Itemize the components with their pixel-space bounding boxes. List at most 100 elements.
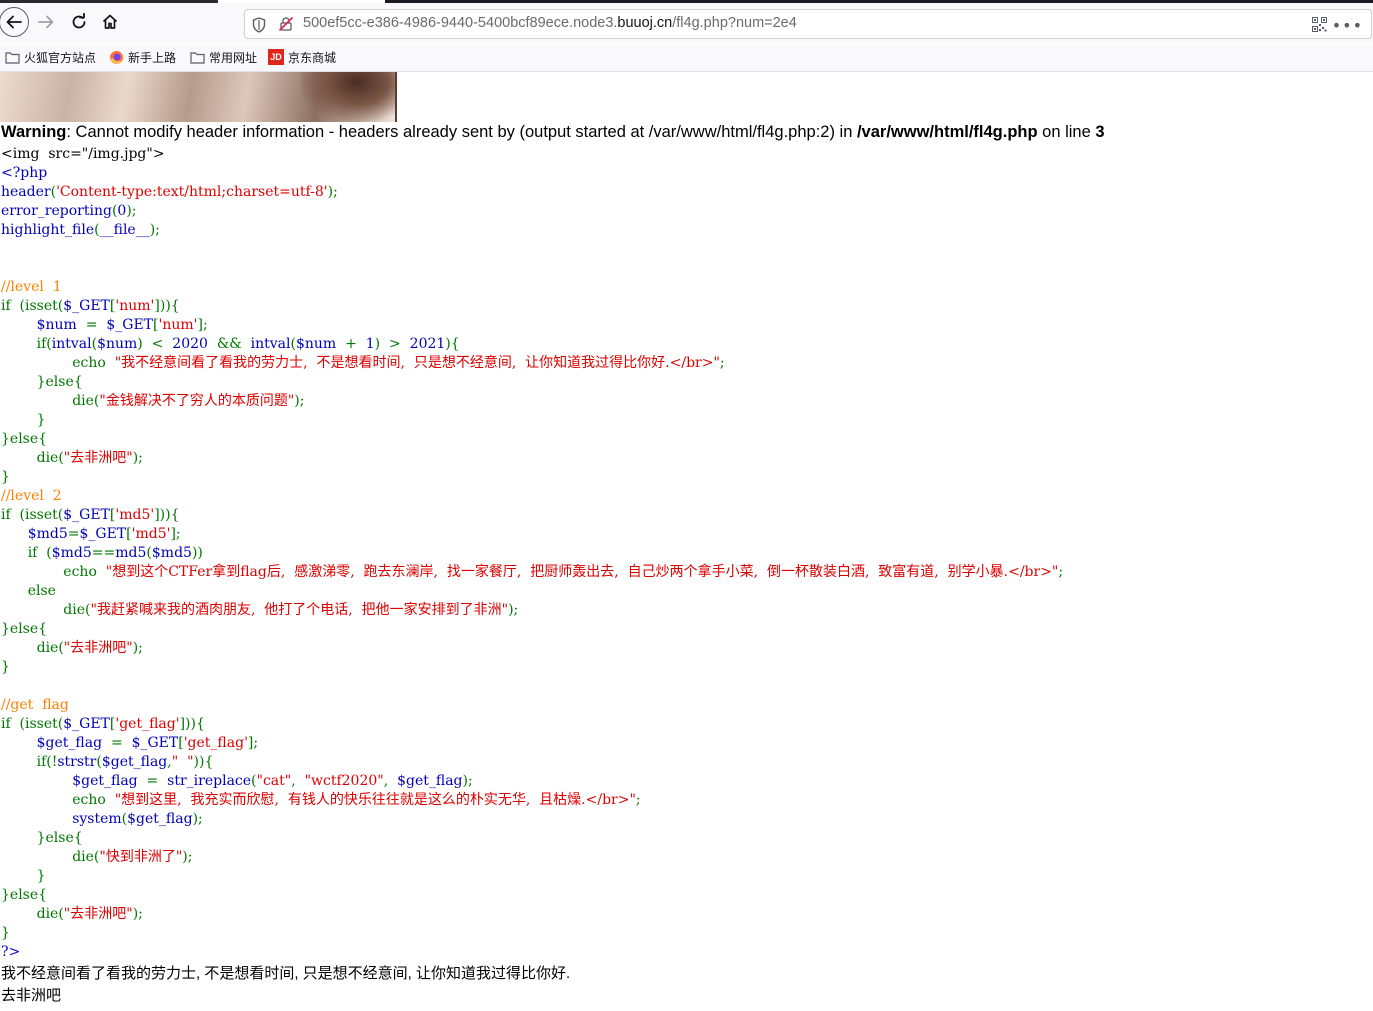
- code-token: }else{: [1, 830, 83, 846]
- code-token: if (: [1, 545, 52, 561]
- code-token: }else{: [1, 621, 48, 637]
- code-line: else: [1, 582, 1063, 601]
- code-line: }: [1, 658, 1063, 677]
- code-token: "去非洲吧": [63, 906, 133, 922]
- code-token: if (isset(: [1, 507, 64, 523]
- firefox-icon: [108, 49, 124, 65]
- code-line: $get_flag = str_ireplace("cat", "wctf202…: [1, 772, 1063, 791]
- bookmark-getting-started[interactable]: 新手上路: [108, 48, 176, 66]
- code-token: ];: [197, 317, 208, 333]
- warning-label: Warning: [1, 123, 67, 141]
- code-token: die(: [1, 906, 64, 922]
- code-token: die(: [1, 393, 100, 409]
- code-token: );: [294, 393, 305, 409]
- code-token: ];: [170, 526, 181, 542]
- bookmarks-toolbar: 火狐官方站点 新手上路 常用网址 JD 京东商城: [0, 44, 1373, 72]
- bookmark-firefox-official[interactable]: 火狐官方站点: [4, 48, 96, 66]
- code-token: ?>: [1, 944, 21, 960]
- code-token: else: [1, 583, 56, 599]
- code-line: }else{: [1, 373, 1063, 392]
- reload-icon: [72, 13, 86, 29]
- code-token: die(: [1, 640, 64, 656]
- code-token: 1: [365, 336, 375, 352]
- code-token: 'num': [115, 298, 155, 314]
- code-token: }: [1, 659, 10, 675]
- forward-arrow-icon: [38, 15, 54, 29]
- code-token: );: [192, 811, 203, 827]
- code-token: highlight_file: [1, 222, 95, 238]
- code-token: $_GET: [106, 317, 154, 333]
- code-token: );: [462, 773, 473, 789]
- code-token: if (isset(: [1, 298, 64, 314]
- back-button[interactable]: [0, 7, 29, 37]
- code-token: ){: [445, 336, 460, 352]
- code-token: $_GET: [79, 526, 127, 542]
- url-prefix: 500ef5cc-e386-4986-9440-5400bcf89ece.nod…: [303, 15, 618, 31]
- reload-button[interactable]: [64, 7, 94, 37]
- code-token: }else{: [1, 431, 48, 447]
- bookmark-common-sites[interactable]: 常用网址: [189, 48, 257, 66]
- code-token: ==: [91, 545, 116, 561]
- code-token: //get flag: [1, 697, 69, 713]
- code-token: header: [1, 184, 51, 200]
- code-token: ,: [291, 773, 305, 789]
- insecure-connection-icon[interactable]: [278, 16, 294, 36]
- code-token: $num: [36, 317, 77, 333]
- code-token: 'md5': [115, 507, 155, 523]
- code-token: ];: [247, 735, 259, 751]
- code-token: $get_flag: [36, 735, 103, 751]
- code-token: ;: [635, 792, 641, 808]
- code-line: }else{: [1, 620, 1063, 639]
- code-line: //level 2: [1, 487, 1063, 506]
- code-token: "去非洲吧": [63, 640, 133, 656]
- code-token: " ": [171, 754, 194, 770]
- bookmark-jd-mall[interactable]: JD 京东商城: [268, 48, 336, 66]
- code-line: $get_flag = $_GET['get_flag'];: [1, 734, 1063, 753]
- code-line: echo "想到这个CTFer拿到flag后, 感激涕零, 跑去东澜岸, 找一家…: [1, 563, 1063, 582]
- home-button[interactable]: [95, 7, 125, 37]
- code-token: if(: [1, 336, 52, 352]
- code-token: error_reporting: [1, 203, 112, 219]
- code-token: 2021: [409, 336, 446, 352]
- code-token: <img src="/img.jpg">: [1, 146, 165, 162]
- code-token: str_ireplace: [167, 773, 252, 789]
- url-text[interactable]: 500ef5cc-e386-4986-9440-5400bcf89ece.nod…: [303, 15, 797, 31]
- code-token: 0: [117, 203, 127, 219]
- highlighted-source-code: <img src="/img.jpg"> <?php header('Content…: [1, 145, 1063, 962]
- code-token: //level 1: [1, 279, 62, 295]
- code-token: 'get_flag': [115, 716, 180, 732]
- code-token: die(: [1, 602, 91, 618]
- output-line: 去非洲吧: [1, 987, 62, 1004]
- code-token: "cat": [256, 773, 292, 789]
- address-bar[interactable]: 500ef5cc-e386-4986-9440-5400bcf89ece.nod…: [244, 9, 1372, 39]
- code-line: }else{: [1, 886, 1063, 905]
- code-token: );: [327, 184, 338, 200]
- code-line: if (isset($_GET['get_flag'])){: [1, 715, 1063, 734]
- bookmark-label: 火狐官方站点: [24, 50, 97, 65]
- qr-code-icon[interactable]: [1312, 17, 1327, 36]
- code-token: }: [1, 412, 46, 428]
- code-line: ?>: [1, 943, 1063, 962]
- page-actions-menu-icon[interactable]: •••: [1332, 16, 1363, 35]
- code-line: die("去非洲吧");: [1, 449, 1063, 468]
- bookmark-label: 京东商城: [288, 50, 337, 65]
- code-token: =: [137, 773, 168, 789]
- warning-text: : Cannot modify header information - hea…: [66, 123, 857, 141]
- code-line: error_reporting(0);: [1, 202, 1063, 221]
- code-line: $num = $_GET['num'];: [1, 316, 1063, 335]
- code-token: 2020: [172, 336, 208, 352]
- code-line: }else{: [1, 430, 1063, 449]
- tracking-protection-shield-icon[interactable]: [252, 17, 266, 37]
- code-line: <img src="/img.jpg">: [1, 145, 1063, 164]
- code-token: "我赶紧喊来我的酒肉朋友, 他打了个电话, 把他一家安排到了非洲": [90, 602, 509, 618]
- code-token: $md5: [151, 545, 192, 561]
- code-token: );: [132, 640, 143, 656]
- forward-button[interactable]: [31, 7, 61, 37]
- code-token: 'get_flag': [183, 735, 248, 751]
- code-line: die("快到非洲了");: [1, 848, 1063, 867]
- code-token: )): [191, 545, 203, 561]
- url-domain: buuoj.cn: [617, 15, 673, 31]
